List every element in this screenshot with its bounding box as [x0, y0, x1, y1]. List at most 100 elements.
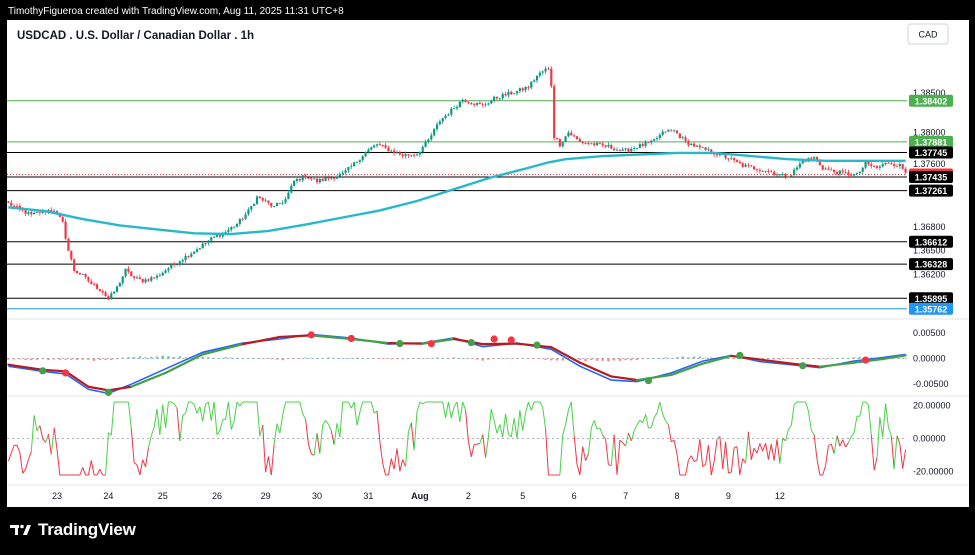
candle-body [235, 223, 239, 227]
candle-body [681, 137, 684, 139]
candle-body [553, 86, 556, 138]
candle-body [641, 144, 644, 146]
rsi-line-segment [96, 468, 101, 476]
rsi-line-segment [25, 459, 29, 470]
oscillator-histogram-bar [447, 358, 450, 360]
oscillator-histogram-bar [201, 356, 204, 359]
rsi-line-segment [705, 445, 709, 465]
rsi-line-segment [276, 423, 281, 434]
time-tick-label: 29 [261, 491, 271, 501]
rsi-line-segment [636, 420, 641, 426]
candle-body [858, 171, 861, 174]
rsi-line-segment [745, 431, 749, 464]
candle-body [864, 161, 867, 168]
candle-body [438, 121, 441, 125]
price-tick-label: 1.36200 [913, 269, 946, 279]
oscillator-slow-line-segment [610, 375, 639, 382]
oscillator-histogram-bar [481, 358, 484, 361]
oscillator-histogram-bar [538, 358, 541, 360]
chart-area[interactable]: 1.38500 1.38000 1.37600 1.36800 1.36500 1.362… [7, 20, 969, 507]
rsi-line-segment [353, 401, 358, 426]
rsi-line-segment [87, 460, 92, 476]
rsi-line-segment [587, 428, 592, 454]
candle-body [344, 170, 347, 173]
candle-body [735, 160, 739, 162]
rsi-line-segment [307, 444, 312, 455]
candle-body [581, 141, 584, 144]
candle-body [661, 131, 664, 135]
rsi-line-segment [230, 420, 235, 430]
oscillator-histogram-bar [161, 355, 164, 359]
candle-body [733, 158, 736, 161]
oscillator-histogram-bar [807, 358, 810, 360]
rsi-line-segment [847, 436, 852, 443]
time-tick-label: 5 [520, 491, 525, 501]
oscillator-histogram-bar [801, 358, 804, 360]
oscillator-histogram-bar [395, 358, 399, 360]
oscillator-histogram-bar [847, 358, 850, 359]
candle-body [461, 99, 464, 102]
oscillator-histogram-bar [858, 356, 861, 359]
candle-body [755, 169, 759, 171]
oscillator-histogram-bar [150, 356, 153, 359]
rsi-line-segment [171, 401, 175, 405]
candle-body [287, 192, 290, 200]
candle-body [521, 88, 524, 91]
candle-body [210, 237, 213, 241]
candle-body [141, 278, 144, 283]
rsi-line-segment [333, 423, 338, 445]
rsi-line-segment [173, 403, 178, 409]
candle-body [747, 164, 750, 166]
candle-body [470, 103, 473, 105]
candle-body [104, 292, 107, 297]
moving-average-layer [8, 151, 906, 236]
candle-body [218, 235, 221, 237]
time-tick-label: 6 [572, 491, 577, 501]
oscillator-histogram-bar [373, 358, 376, 360]
candle-body [304, 175, 307, 178]
candle-body [675, 130, 679, 134]
candle-body [353, 162, 356, 167]
candle-body [255, 196, 259, 204]
oscillator-histogram-bar [835, 358, 839, 360]
candle-body [167, 268, 170, 271]
rsi-line-segment [419, 401, 424, 405]
candle-body [515, 91, 519, 94]
candle-body [573, 135, 576, 137]
rsi-line-segment [865, 401, 869, 406]
candle-body [138, 277, 141, 279]
rsi-tick-label: 0.00000 [913, 434, 946, 444]
candle-body [261, 197, 264, 201]
candle-body [155, 275, 159, 278]
chart-svg[interactable]: 1.385001.380001.376001.368001.365001.362… [7, 20, 969, 507]
rsi-line-segment [779, 438, 784, 464]
candle-body [758, 170, 761, 172]
candle-body [161, 272, 164, 276]
rsi-line-segment [830, 443, 835, 454]
currency-button[interactable]: CAD [907, 23, 949, 45]
candle-body [93, 284, 96, 285]
rsi-line-segment [890, 435, 895, 469]
rsi-line-segment [202, 403, 207, 422]
candle-body [704, 147, 707, 151]
oscillator-histogram-bar [133, 356, 136, 359]
oscillator-slow-line-segment [130, 371, 167, 388]
footer: TradingView [10, 520, 136, 540]
oscillator-cross-marker [490, 335, 498, 343]
oscillator-slow-line-segment [578, 361, 613, 378]
rsi-line-segment [379, 441, 384, 464]
rsi-line-segment [516, 410, 521, 439]
candle-body [230, 227, 233, 230]
rsi-line-segment [513, 417, 518, 439]
rsi-line-segment [182, 412, 186, 416]
rsi-line-segment [199, 406, 204, 422]
rsi-line-segment [625, 432, 629, 447]
rsi-line-segment [442, 401, 447, 418]
tradingview-logo-icon [10, 524, 31, 535]
candle-body [195, 249, 199, 252]
candle-body [870, 164, 873, 167]
candle-body [275, 203, 279, 207]
level-price-label: 1.36328 [915, 260, 948, 270]
candle-body [613, 148, 616, 151]
rsi-line-segment [825, 445, 829, 466]
